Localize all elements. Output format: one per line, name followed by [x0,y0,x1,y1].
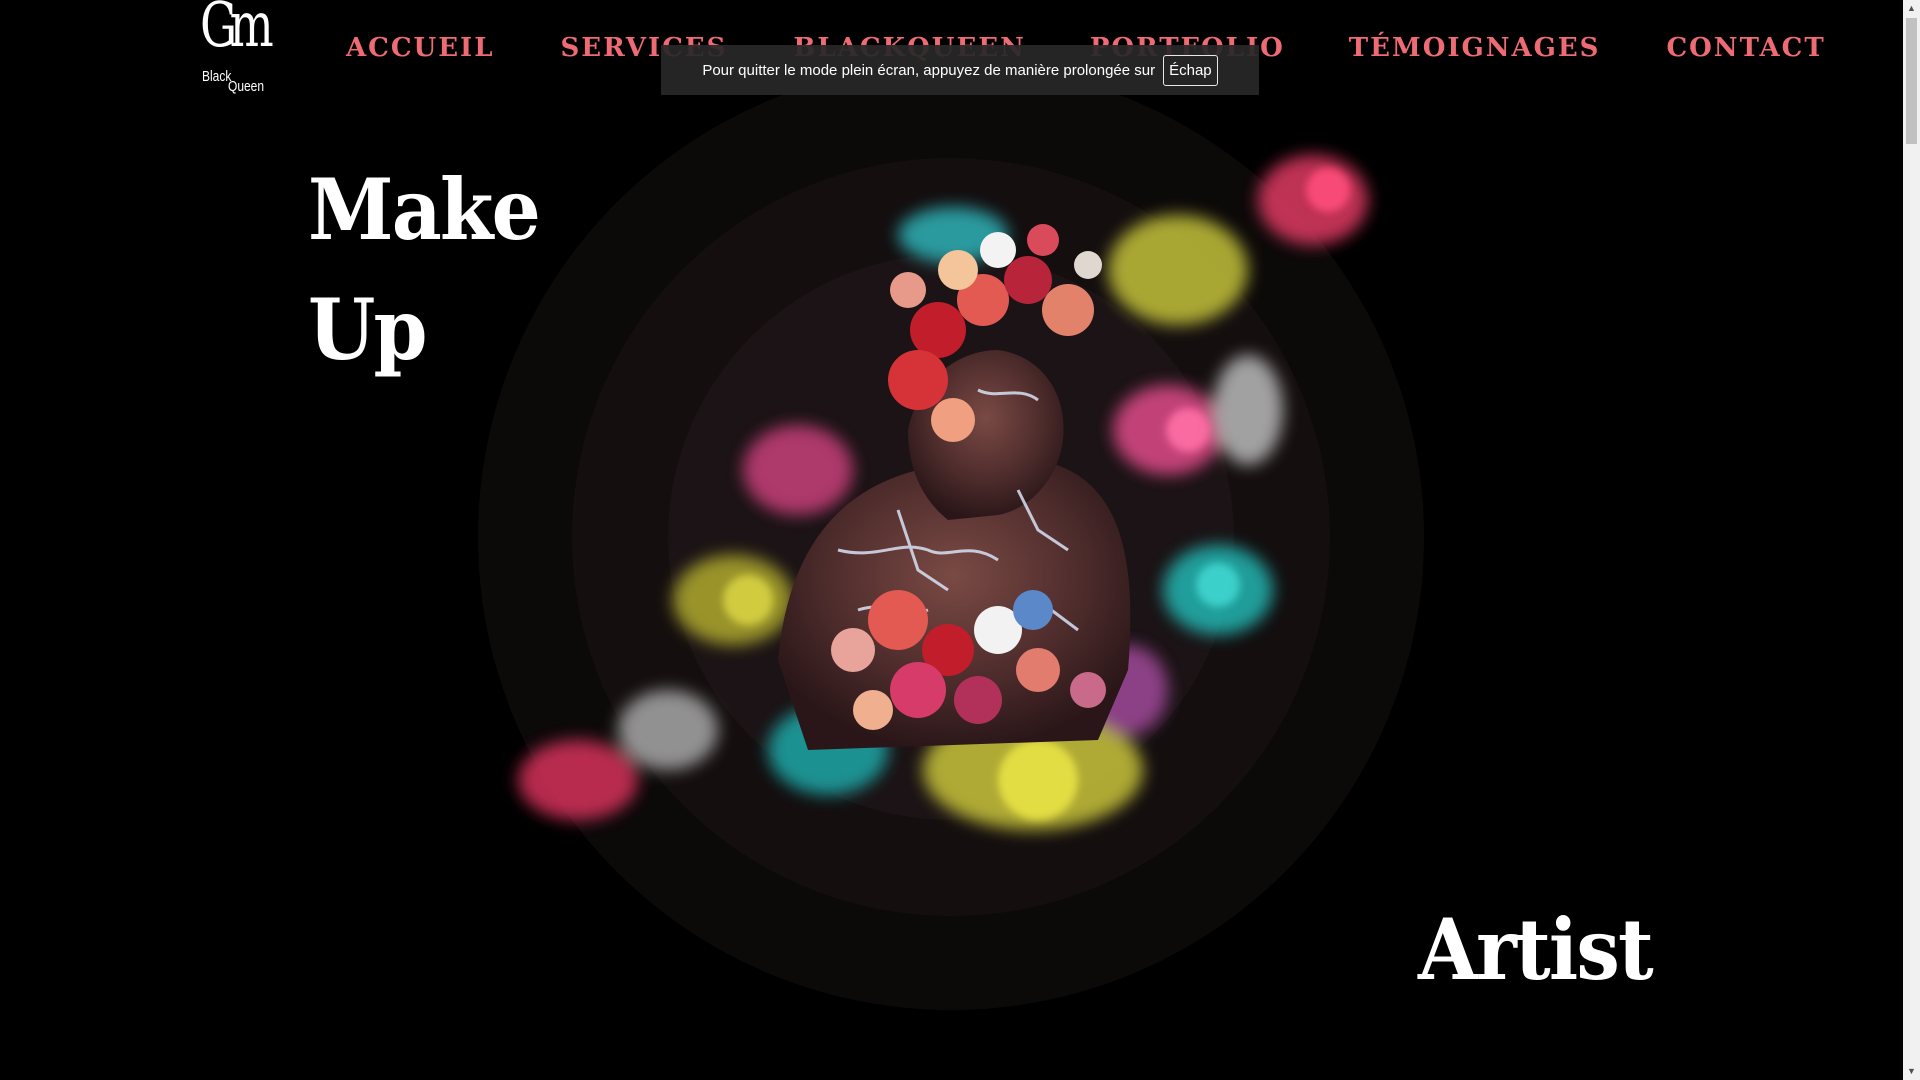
hero-artwork-image [518,155,1368,830]
vertical-scrollbar[interactable]: ▲ ▼ [1903,0,1920,1080]
logo-monogram: Gm [200,0,274,61]
blackqueen-logo[interactable]: Gm Black Queen [200,0,274,100]
hero-word-up: Up [308,280,428,379]
nav-link-temoignages[interactable]: TÉMOIGNAGES [1349,30,1601,66]
toast-message: Pour quitter le mode plein écran, appuye… [702,61,1156,79]
logo-word-queen: Queen [228,78,265,95]
scroll-up-arrow-icon[interactable]: ▲ [1903,0,1920,17]
scrollbar-thumb[interactable] [1906,18,1917,144]
nav-link-accueil[interactable]: ACCUEIL [346,30,495,66]
escape-key-badge: Échap [1163,54,1218,86]
hero-word-make: Make [308,160,541,259]
page: Gm Black Queen ACCUEIL SERVICES BLACKQUE… [0,0,1920,1080]
fullscreen-exit-toast: Pour quitter le mode plein écran, appuye… [661,45,1259,95]
nav-link-contact[interactable]: CONTACT [1666,30,1825,66]
logo-word-black: Black [202,68,232,85]
scroll-down-arrow-icon[interactable]: ▼ [1903,1063,1920,1080]
hero-word-artist: Artist [1418,900,1654,999]
